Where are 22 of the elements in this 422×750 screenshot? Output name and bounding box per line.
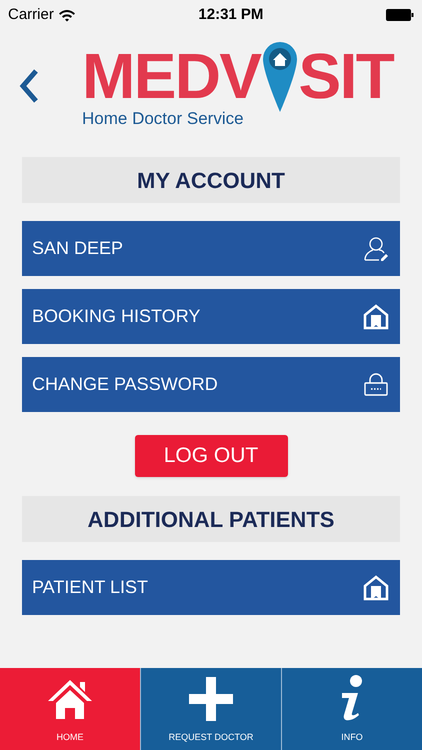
menu-item[interactable]: BOOKING HISTORY (22, 289, 400, 344)
logo-text: SIT (298, 44, 394, 108)
wifi-icon (58, 8, 76, 22)
section-title: ADDITIONAL PATIENTS (88, 506, 334, 534)
carrier-label: Carrier (8, 4, 54, 25)
logo-text: MEDV (82, 44, 261, 108)
house-bookmark-icon (362, 302, 390, 330)
menu-item[interactable]: CHANGE PASSWORD (22, 357, 400, 412)
logo-tagline: Home Doctor Service (82, 108, 245, 130)
section-title: MY ACCOUNT (137, 166, 285, 194)
clock: 12:31 PM (198, 4, 264, 25)
menu-item[interactable]: SAN DEEP (22, 221, 400, 276)
person-edit-icon (362, 234, 390, 262)
tab[interactable]: INFO (281, 668, 422, 750)
house-bookmark-icon (362, 574, 390, 602)
tab[interactable]: HOME (0, 668, 140, 750)
menu-item[interactable]: PATIENT LIST (22, 560, 400, 615)
location-pin-icon (260, 40, 299, 114)
battery-icon (386, 9, 414, 21)
padlock-icon (362, 370, 390, 398)
tab[interactable]: REQUEST DOCTOR (140, 668, 281, 750)
logout-button[interactable]: LOG OUT (134, 435, 288, 477)
